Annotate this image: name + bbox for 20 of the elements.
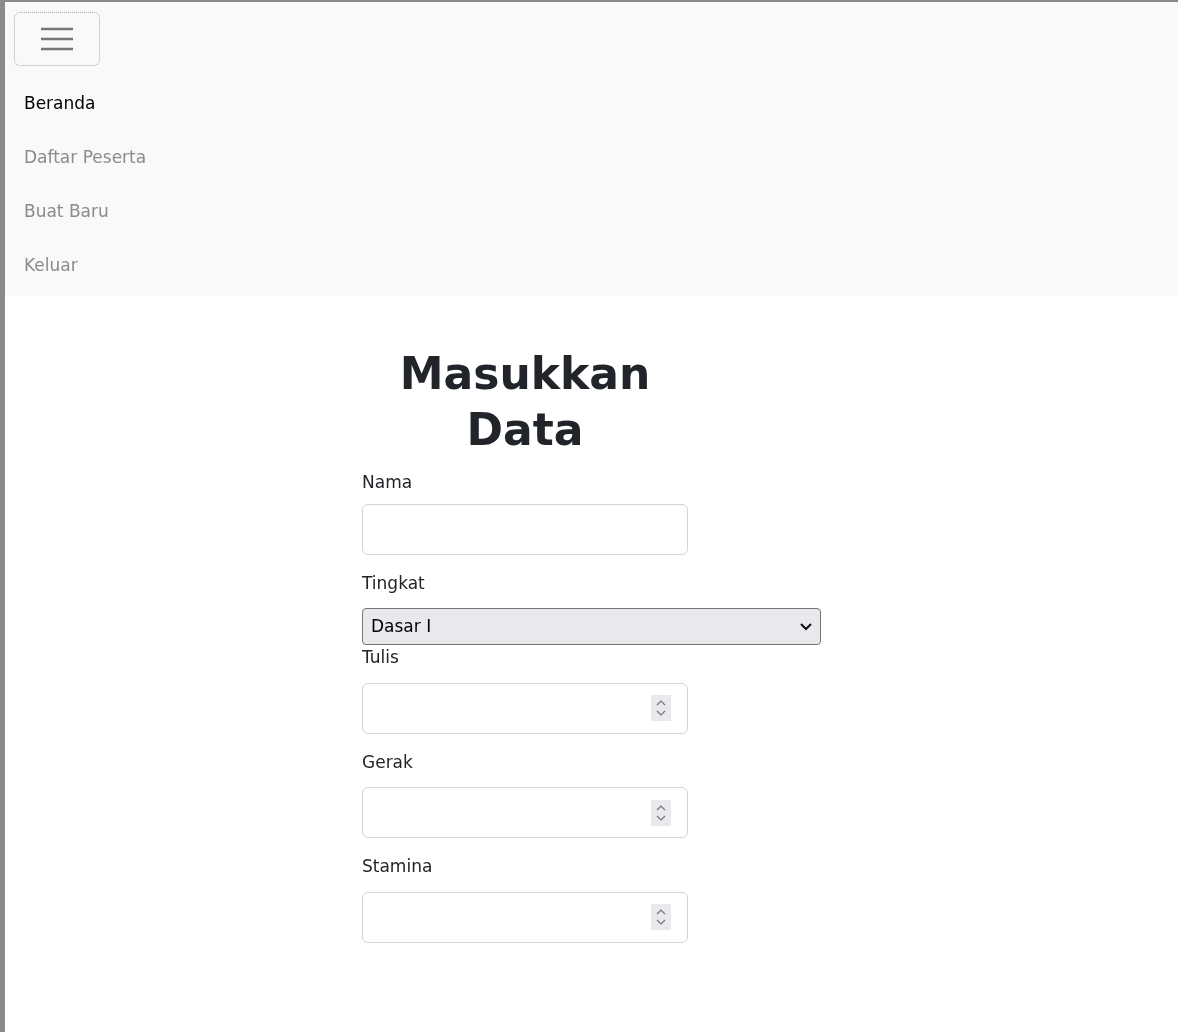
spinner-icon[interactable] (651, 799, 671, 826)
chevron-down-icon (800, 622, 812, 631)
spinner-icon[interactable] (651, 904, 671, 930)
field-label: Tulis (362, 646, 400, 669)
number-field[interactable] (362, 787, 688, 838)
field-label: Gerak (362, 750, 414, 774)
field-label: Tingkat (362, 571, 426, 595)
nav-link[interactable]: Keluar (14, 238, 88, 292)
field-label: Nama (362, 471, 414, 494)
nav-link[interactable]: Buat Baru (14, 184, 119, 238)
field-label: Stamina (362, 855, 434, 878)
input-field[interactable] (362, 503, 688, 555)
spinner-icon[interactable] (651, 695, 671, 721)
number-field[interactable] (362, 682, 688, 734)
menu-icon (40, 27, 74, 51)
page-title: Masukkan Data (398, 347, 652, 457)
number-field[interactable] (362, 891, 688, 943)
nav-link[interactable]: Daftar Peserta (14, 130, 157, 184)
nav-link[interactable]: Beranda (14, 76, 106, 130)
select-field[interactable]: Dasar I (362, 608, 821, 645)
